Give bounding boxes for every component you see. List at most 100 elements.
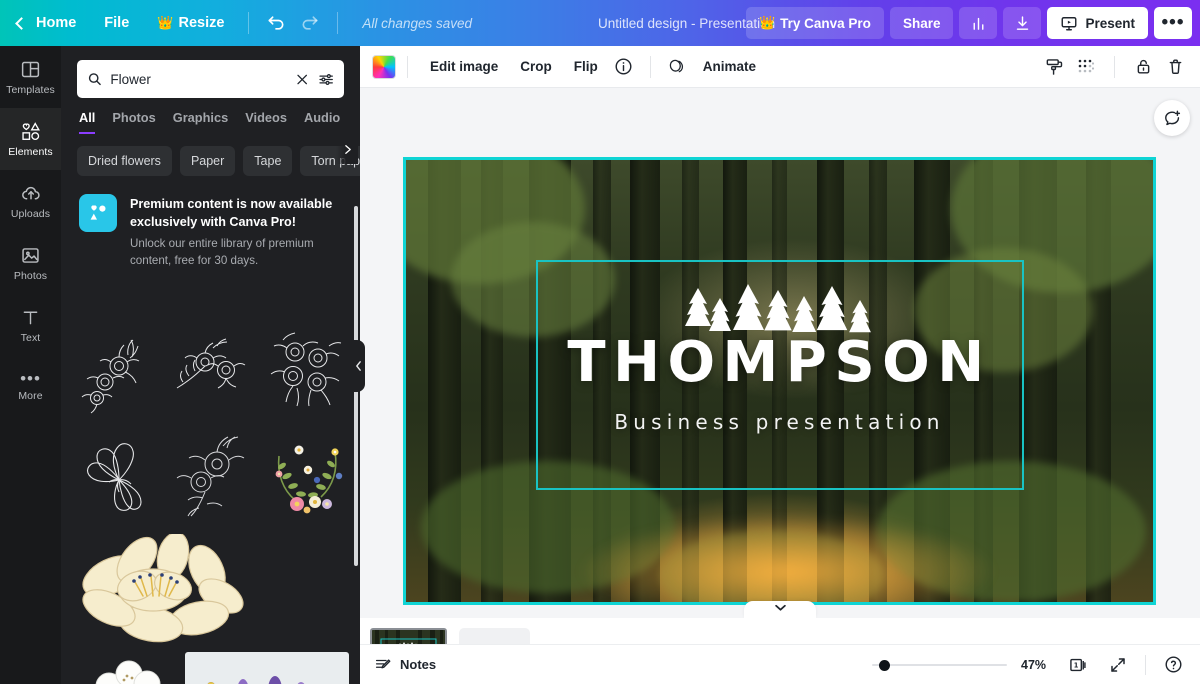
file-label: File [104,15,130,31]
sidebar-item-templates[interactable]: Templates [0,46,61,108]
tab-videos[interactable]: Videos [245,110,287,134]
share-button[interactable]: Share [889,7,954,39]
zoom-level-label[interactable]: 47% [1021,658,1051,672]
sidebar-item-elements[interactable]: Elements [0,108,61,170]
notes-label: Notes [400,657,437,672]
close-x-icon[interactable] [295,72,309,87]
photo-icon [22,247,39,263]
text-t-icon [23,311,38,324]
resize-button[interactable]: 👑 Resize [143,0,238,46]
divider [337,12,339,34]
canva-editor-window: Home File 👑 Resize All changes saved Unt… [0,0,1200,684]
home-button[interactable]: Home [30,0,90,46]
tab-all[interactable]: All [79,110,96,134]
tab-photos[interactable]: Photos [112,110,155,134]
tab-graphics[interactable]: Graphics [173,110,228,134]
animate-button[interactable]: Animate [692,52,767,82]
search-input[interactable] [110,71,288,87]
lock-icon [1137,59,1149,74]
zoom-controls: 47% 1 [872,652,1186,678]
divider [407,55,408,78]
trash-icon [1169,59,1181,74]
save-status: All changes saved [362,15,472,31]
colored-floral-wreath-icon [275,445,343,514]
chevron-right-icon [344,144,351,154]
line-art-floral-cluster-icon [270,332,342,407]
result-cream-magnolia-illustration[interactable] [75,531,253,644]
line-art-poppy-sketch-icon [176,436,245,517]
color-swatch-icon[interactable] [372,54,396,79]
result-colored-floral-wreath[interactable] [263,430,351,526]
white-blossom-illustration-icon [95,660,161,684]
info-button[interactable] [609,52,639,82]
zoom-slider-knob[interactable] [879,659,890,671]
design-subtitle-text[interactable]: Business presentation [406,410,1153,434]
result-line-art-poppy-sketch[interactable] [169,430,257,526]
sidebar-item-text[interactable]: Text [0,294,61,356]
sidebar-label-templates: Templates [6,83,55,96]
chip-tape[interactable]: Tape [243,146,293,176]
sidebar-item-more[interactable]: ••• More [0,356,61,418]
design-page[interactable]: THOMPSON Business presentation [403,157,1156,605]
cream-magnolia-illustration-icon [82,531,244,643]
flip-button[interactable]: Flip [563,52,609,82]
result-crocus-in-snow-video[interactable]: 9.0s 👑 [185,652,349,684]
transparency-button[interactable] [1071,52,1101,82]
chip-paper[interactable]: Paper [179,146,236,176]
position-style-button[interactable] [1039,52,1069,82]
fullscreen-button[interactable] [1105,652,1131,678]
insights-button[interactable] [959,7,998,39]
result-white-blossom-illustration[interactable] [75,652,179,684]
crown-icon: 👑 [758,15,776,30]
edit-image-button[interactable]: Edit image [419,52,509,82]
help-button[interactable] [1160,652,1186,678]
present-button[interactable]: Present [1047,7,1148,39]
tab-audio[interactable]: Audio [304,110,340,134]
add-comment-button[interactable] [1154,100,1190,136]
search-box[interactable] [77,60,344,98]
notes-button[interactable]: Notes [374,656,436,674]
collapse-pages-button[interactable] [744,601,816,618]
premium-promo-banner[interactable]: Premium content is now available exclusi… [61,176,360,275]
undo-button[interactable] [259,6,293,40]
chip-dried-flowers[interactable]: Dried flowers [77,146,172,176]
present-label: Present [1085,15,1135,31]
back-button[interactable] [0,0,30,46]
animate-icon-button[interactable] [662,52,692,82]
resize-label: Resize [178,15,225,31]
search-row [61,46,360,98]
divider [1145,654,1146,675]
page-count-button[interactable]: 1 [1065,652,1091,678]
canvas-area: THOMPSON Business presentation [360,88,1200,618]
chevron-down-icon [774,604,786,611]
bar-chart-icon [973,17,984,30]
lock-button[interactable] [1128,52,1158,82]
notes-icon [375,658,391,668]
sliders-filter-icon[interactable] [318,71,334,88]
try-pro-label: Try Canva Pro [780,15,871,31]
sidebar-item-uploads[interactable]: Uploads [0,170,61,232]
canva-pro-shapes-icon [79,194,117,232]
chips-next-button[interactable] [336,134,358,164]
result-line-art-open-flower[interactable] [75,430,163,526]
result-line-art-floral-sprig[interactable] [169,326,257,422]
try-canva-pro-button[interactable]: 👑 Try Canva Pro [745,7,884,39]
sidebar-label-photos: Photos [13,269,48,282]
crown-icon: 👑 [157,15,174,30]
crop-button[interactable]: Crop [509,52,563,82]
divider [1114,55,1115,78]
search-icon [88,73,101,86]
collapse-panel-button[interactable] [352,340,365,392]
info-circle-icon [615,58,632,75]
result-line-art-floral-cluster[interactable] [263,326,351,422]
zoom-slider[interactable] [872,657,1007,673]
result-line-art-floral-corner[interactable] [75,326,163,422]
delete-button[interactable] [1160,52,1190,82]
design-title-text[interactable]: THOMPSON [406,335,1153,391]
sidebar-item-photos[interactable]: Photos [0,232,61,294]
top-bar-right: 👑 Try Canva Pro Share Present ••• [745,0,1192,46]
redo-button[interactable] [293,6,327,40]
more-options-button[interactable]: ••• [1154,7,1192,39]
download-button[interactable] [1003,7,1042,39]
file-menu-button[interactable]: File [90,0,143,46]
